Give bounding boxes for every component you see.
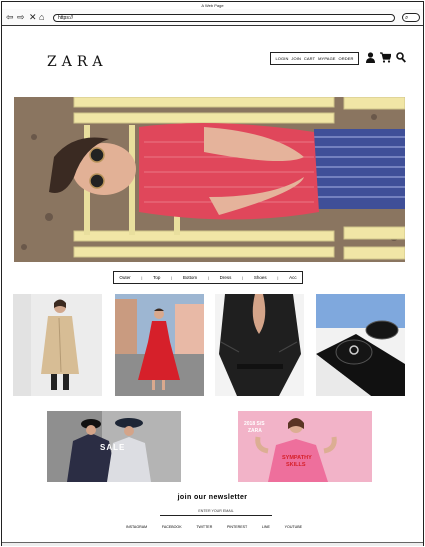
ss-collection-banner[interactable]: 2018 S/S ZARA SYMPATHY SKILLS	[238, 411, 372, 482]
url-input[interactable]: https://	[53, 14, 395, 22]
account-nav: LOGIN JOIN CART MYPAGE ORDER	[270, 52, 359, 65]
forward-arrow-icon[interactable]: ⇨	[17, 12, 25, 22]
separator: |	[277, 275, 279, 280]
category-shoes[interactable]: Shoes	[254, 275, 267, 280]
product-tile-black-loafers[interactable]	[316, 294, 405, 396]
shirt-text-line2: SKILLS	[286, 462, 306, 468]
sale-banner[interactable]: SALE	[47, 411, 181, 482]
hero-banner-image[interactable]	[14, 97, 405, 262]
social-twitter[interactable]: TWITTER	[196, 525, 212, 529]
header-icons	[366, 52, 406, 63]
product-photo	[215, 294, 304, 396]
window-title: A Web Page	[201, 3, 224, 8]
nav-cart[interactable]: CART	[304, 56, 315, 61]
social-line[interactable]: LINE	[262, 525, 270, 529]
browser-search-field[interactable]: ⌕	[402, 13, 420, 22]
product-tile-black-jacket[interactable]	[215, 294, 304, 396]
social-facebook[interactable]: FACEBOOK	[162, 525, 182, 529]
search-icon: ⌕	[405, 15, 409, 21]
brand-logo[interactable]: ZARA	[47, 54, 108, 70]
category-top[interactable]: Top	[153, 275, 160, 280]
product-photo	[13, 294, 102, 396]
hero-photo	[14, 97, 405, 262]
nav-login[interactable]: LOGIN	[275, 56, 288, 61]
shirt-text-line1: SYMPATHY	[282, 455, 312, 461]
category-dress[interactable]: Dress	[220, 275, 232, 280]
product-photo	[115, 294, 204, 396]
home-icon[interactable]: ⌂	[39, 12, 44, 22]
social-pinterest[interactable]: PINTEREST	[227, 525, 247, 529]
separator: |	[141, 275, 143, 280]
cart-icon[interactable]	[380, 52, 391, 63]
search-icon[interactable]	[396, 52, 406, 63]
newsletter-email-input[interactable]: ENTER YOUR EMAIL	[160, 508, 272, 516]
social-youtube[interactable]: YOUTUBE	[285, 525, 302, 529]
nav-join[interactable]: JOIN	[291, 56, 301, 61]
separator: |	[242, 275, 244, 280]
newsletter-title: join our newsletter	[177, 494, 248, 501]
social-links: INSTAGRAM FACEBOOK TWITTER PINTEREST LIN…	[126, 525, 302, 529]
nav-order[interactable]: ORDER	[339, 56, 354, 61]
sale-label: SALE	[100, 443, 126, 452]
category-acc[interactable]: Acc	[289, 275, 297, 280]
category-bottom[interactable]: Bottom	[183, 275, 197, 280]
category-nav: Outer | Top | Bottom | Dress | Shoes | A…	[113, 271, 303, 284]
ss-title-line1: 2018 S/S	[244, 421, 265, 427]
social-instagram[interactable]: INSTAGRAM	[126, 525, 147, 529]
close-x-icon[interactable]: ✕	[29, 12, 37, 22]
category-outer[interactable]: Outer	[119, 275, 130, 280]
product-tile-trench-coat[interactable]	[13, 294, 102, 396]
user-icon[interactable]	[366, 52, 375, 63]
back-arrow-icon[interactable]: ⇦	[6, 12, 14, 22]
separator: |	[207, 275, 209, 280]
browser-toolbar: ⇦ ⇨ ✕ ⌂ https:// ⌕	[2, 9, 423, 26]
separator: |	[171, 275, 173, 280]
product-photo	[316, 294, 405, 396]
browser-window: A Web Page ⇦ ⇨ ✕ ⌂ https:// ⌕ ZARA LOGIN…	[1, 1, 424, 546]
nav-mypage[interactable]: MYPAGE	[318, 56, 335, 61]
horizontal-scrollbar[interactable]	[2, 542, 423, 546]
ss-title-line2: ZARA	[248, 428, 262, 434]
product-tile-red-dress[interactable]	[115, 294, 204, 396]
